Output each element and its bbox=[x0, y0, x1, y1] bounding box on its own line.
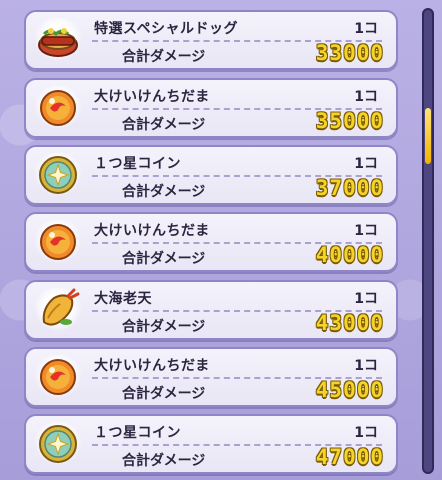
item-name: 特選スペシャルドッグ bbox=[94, 21, 239, 37]
item-count: 1コ bbox=[354, 223, 378, 239]
exp-orb-icon bbox=[40, 224, 76, 260]
damage-label: 合計ダメージ bbox=[122, 184, 206, 200]
reward-row[interactable]: 大けいけんちだま 1コ 合計ダメージ 40000 bbox=[24, 212, 398, 272]
item-name: １つ星コイン bbox=[94, 425, 181, 441]
item-name: 大けいけんちだま bbox=[94, 89, 210, 105]
item-count: 1コ bbox=[354, 358, 378, 374]
damage-value: 40000 bbox=[315, 243, 384, 267]
damage-label: 合計ダメージ bbox=[122, 117, 206, 133]
damage-label: 合計ダメージ bbox=[122, 49, 206, 65]
damage-value: 43000 bbox=[315, 311, 384, 335]
reward-row[interactable]: 特選スペシャルドッグ 1コ 合計ダメージ 33000 bbox=[24, 10, 398, 70]
damage-label: 合計ダメージ bbox=[122, 251, 206, 267]
item-name: １つ星コイン bbox=[94, 156, 181, 172]
damage-value: 35000 bbox=[315, 109, 384, 133]
damage-label: 合計ダメージ bbox=[122, 453, 206, 469]
item-name: 大けいけんちだま bbox=[94, 358, 210, 374]
item-count: 1コ bbox=[354, 291, 378, 307]
item-count: 1コ bbox=[354, 89, 378, 105]
reward-row[interactable]: １つ星コイン 1コ 合計ダメージ 37000 bbox=[24, 145, 398, 205]
damage-value: 47000 bbox=[315, 445, 384, 469]
damage-value: 45000 bbox=[315, 378, 384, 402]
star-coin-icon bbox=[39, 156, 77, 194]
reward-list[interactable]: 特選スペシャルドッグ 1コ 合計ダメージ 33000 大けいけんちだま 1コ 合… bbox=[0, 0, 442, 480]
reward-row[interactable]: 大けいけんちだま 1コ 合計ダメージ 45000 bbox=[24, 347, 398, 407]
item-count: 1コ bbox=[354, 156, 378, 172]
item-name: 大けいけんちだま bbox=[94, 223, 210, 239]
item-count: 1コ bbox=[354, 425, 378, 441]
damage-value: 37000 bbox=[315, 176, 384, 200]
reward-row[interactable]: 大けいけんちだま 1コ 合計ダメージ 35000 bbox=[24, 78, 398, 138]
damage-value: 33000 bbox=[315, 41, 384, 65]
item-count: 1コ bbox=[354, 21, 378, 37]
exp-orb-icon bbox=[40, 90, 76, 126]
shrimp-tempura-icon bbox=[42, 288, 80, 326]
scrollbar[interactable] bbox=[422, 8, 434, 474]
reward-row[interactable]: １つ星コイン 1コ 合計ダメージ 47000 bbox=[24, 414, 398, 474]
damage-label: 合計ダメージ bbox=[122, 386, 206, 402]
hotdog-icon bbox=[38, 28, 78, 57]
scrollbar-thumb[interactable] bbox=[425, 108, 431, 164]
star-coin-icon bbox=[39, 425, 77, 463]
damage-label: 合計ダメージ bbox=[122, 319, 206, 335]
reward-row[interactable]: 大海老天 1コ 合計ダメージ 43000 bbox=[24, 280, 398, 340]
exp-orb-icon bbox=[40, 359, 76, 395]
item-name: 大海老天 bbox=[94, 291, 152, 307]
